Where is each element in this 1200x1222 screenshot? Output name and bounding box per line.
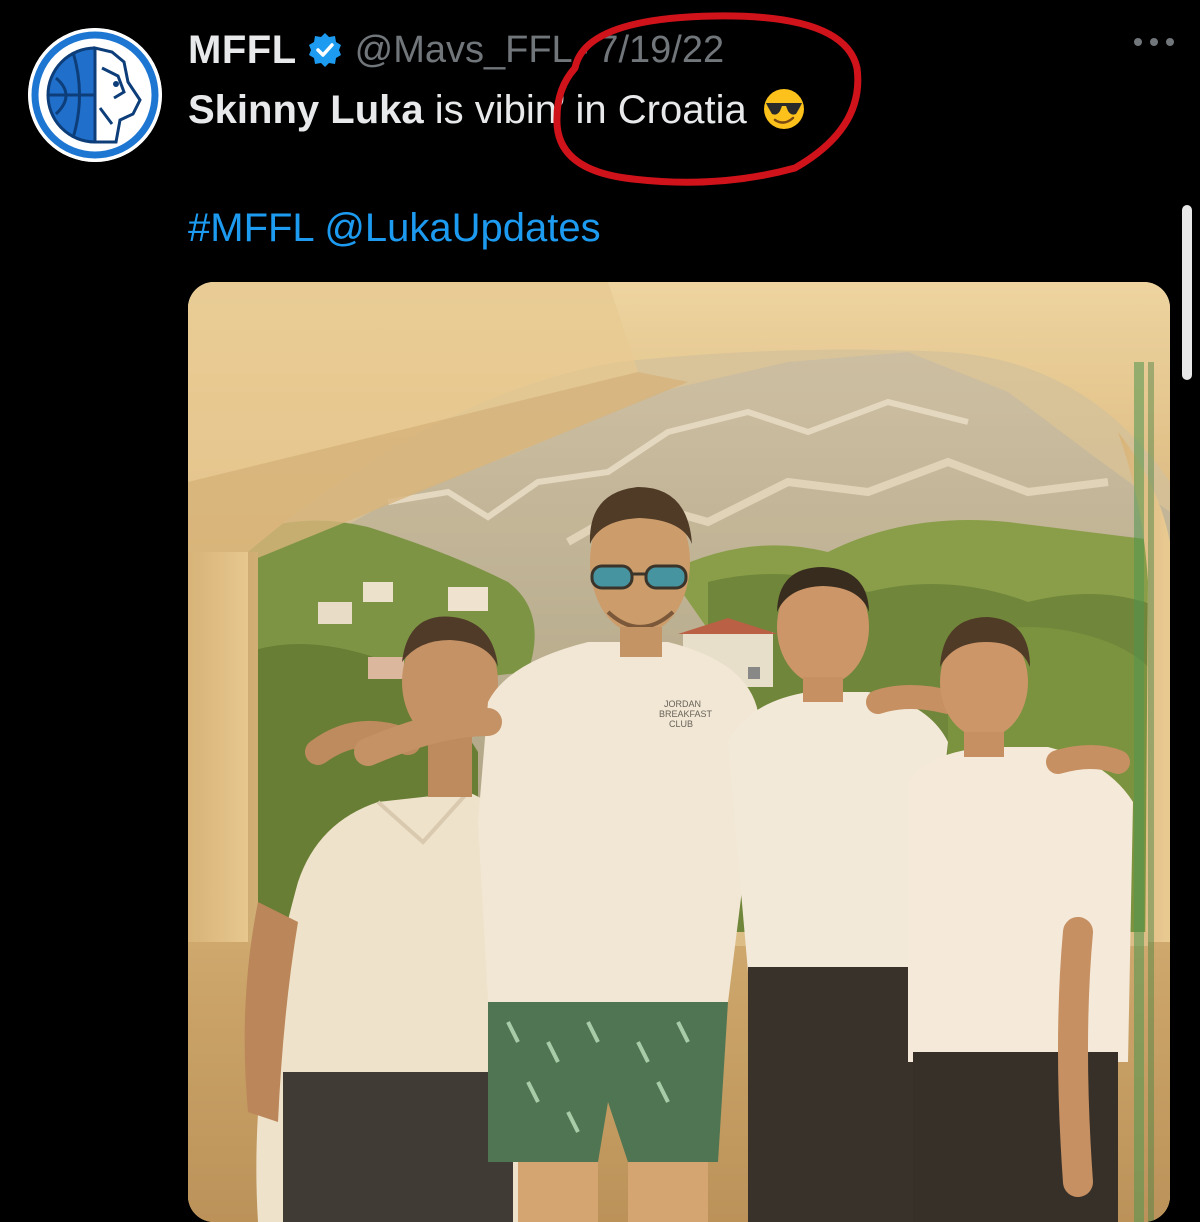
mavericks-logo-icon	[28, 28, 162, 162]
more-options-icon[interactable]	[1134, 34, 1174, 50]
separator: ·	[578, 28, 592, 71]
tweet-date[interactable]: 7/19/22	[597, 29, 724, 72]
tweet-tags: #MFFL @LukaUpdates	[188, 200, 601, 256]
tweet-header: MFFL @Mavs_FFL · 7/19/22	[188, 22, 724, 78]
avatar[interactable]	[28, 28, 162, 162]
tweet: MFFL @Mavs_FFL · 7/19/22 Skinny Luka is …	[0, 0, 1200, 1222]
photo-content: JORDAN BREAKFAST CLUB	[188, 282, 1170, 1222]
tweet-text-rest: is vibin’ in Croatia	[423, 88, 747, 132]
hashtag-link[interactable]: #MFFL	[188, 206, 313, 250]
handle[interactable]: @Mavs_FFL	[355, 29, 573, 72]
mention-link[interactable]: @LukaUpdates	[324, 206, 600, 250]
scrollbar[interactable]	[1182, 205, 1192, 380]
sunglasses-emoji-icon	[762, 87, 806, 131]
tweet-photo[interactable]: JORDAN BREAKFAST CLUB	[188, 282, 1170, 1222]
display-name[interactable]: MFFL	[188, 28, 297, 73]
tweet-text-bold: Skinny Luka	[188, 88, 424, 132]
tweet-text: Skinny Luka is vibin’ in Croatia	[188, 82, 806, 138]
verified-badge-icon	[307, 32, 343, 68]
